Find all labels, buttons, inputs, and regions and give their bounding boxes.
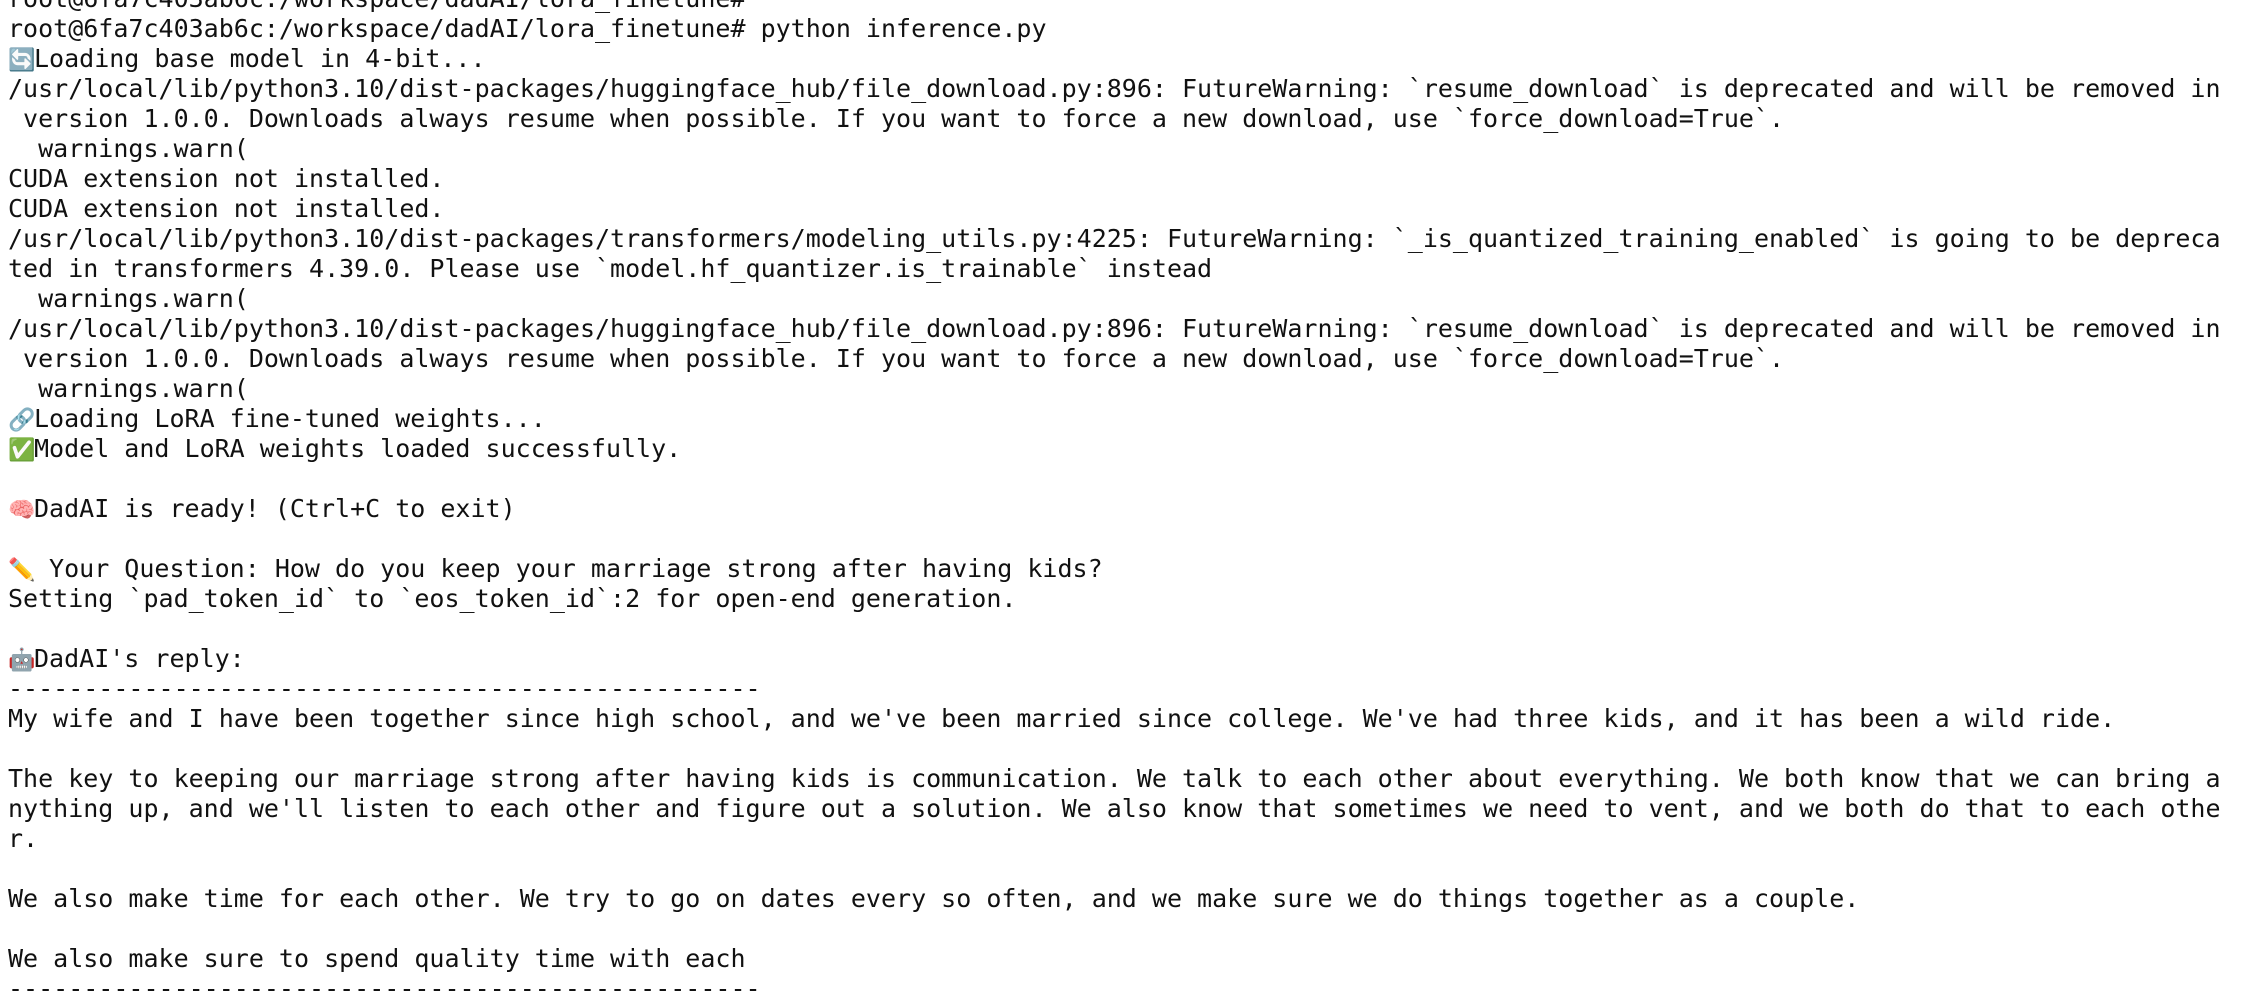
refresh-icon: 🔄 [8, 48, 36, 73]
terminal-line: My wife and I have been together since h… [8, 704, 2250, 734]
terminal-line-text: We also make time for each other. We try… [8, 884, 1860, 913]
terminal-line-text: We also make sure to spend quality time … [8, 944, 746, 973]
terminal-line-text: Loading base model in 4-bit... [34, 44, 486, 73]
terminal-line-text: root@6fa7c403ab6c:/workspace/dadAI/lora_… [8, 14, 1047, 43]
terminal-line: version 1.0.0. Downloads always resume w… [8, 344, 2250, 374]
terminal-line: /usr/local/lib/python3.10/dist-packages/… [8, 314, 2250, 344]
terminal-window[interactable]: root@6fa7c403ab6c:/workspace/dadAI/lora_… [0, 0, 2250, 996]
terminal-line: warnings.warn( [8, 134, 2250, 164]
terminal-line: ✅Model and LoRA weights loaded successfu… [8, 434, 2250, 464]
terminal-line-text: ted in transformers 4.39.0. Please use `… [8, 254, 1213, 283]
terminal-line: root@6fa7c403ab6c:/workspace/dadAI/lora_… [8, 14, 2250, 44]
terminal-line: The key to keeping our marriage strong a… [8, 764, 2250, 794]
terminal-line-text: DadAI is ready! (Ctrl+C to exit) [34, 494, 516, 523]
terminal-line-text: Setting `pad_token_id` to `eos_token_id`… [8, 584, 1017, 613]
terminal-line-text: warnings.warn( [8, 374, 249, 403]
terminal-line-text: version 1.0.0. Downloads always resume w… [8, 104, 1785, 133]
terminal-line: /usr/local/lib/python3.10/dist-packages/… [8, 224, 2250, 254]
terminal-line-text: ----------------------------------------… [8, 674, 761, 703]
terminal-line: ----------------------------------------… [8, 674, 2250, 704]
terminal-line-text: /usr/local/lib/python3.10/dist-packages/… [8, 314, 2221, 343]
terminal-line: 🔗Loading LoRA fine-tuned weights... [8, 404, 2250, 434]
terminal-line: We also make sure to spend quality time … [8, 944, 2250, 974]
terminal-line: We also make time for each other. We try… [8, 884, 2250, 914]
robot-icon: 🤖 [8, 648, 36, 673]
terminal-line-text: r. [8, 824, 39, 853]
terminal-line: 🤖DadAI's reply: [8, 644, 2250, 674]
terminal-line-text: Loading LoRA fine-tuned weights... [34, 404, 546, 433]
terminal-line-text: nything up, and we'll listen to each oth… [8, 794, 2221, 823]
terminal-line-cutoff: root@6fa7c403ab6c:/workspace/dadAI/lora_… [8, 0, 2250, 14]
terminal-line: CUDA extension not installed. [8, 164, 2250, 194]
terminal-line-text: warnings.warn( [8, 134, 249, 163]
terminal-line-text: /usr/local/lib/python3.10/dist-packages/… [8, 74, 2221, 103]
terminal-line: nything up, and we'll listen to each oth… [8, 794, 2250, 824]
terminal-line-text: Model and LoRA weights loaded successful… [34, 434, 682, 463]
terminal-line-text: /usr/local/lib/python3.10/dist-packages/… [8, 224, 2221, 253]
terminal-line: warnings.warn( [8, 374, 2250, 404]
terminal-output: root@6fa7c403ab6c:/workspace/dadAI/lora_… [8, 0, 2250, 996]
terminal-line-text: Your Question: How do you keep your marr… [34, 554, 1103, 583]
terminal-line-text: CUDA extension not installed. [8, 164, 445, 193]
terminal-line-text: root@6fa7c403ab6c:/workspace/dadAI/lora_… [8, 0, 746, 13]
terminal-line: r. [8, 824, 2250, 854]
terminal-line: 🧠DadAI is ready! (Ctrl+C to exit) [8, 494, 2250, 524]
terminal-line-text: ----------------------------------------… [8, 974, 761, 996]
terminal-line-text: warnings.warn( [8, 284, 249, 313]
terminal-line-text: My wife and I have been together since h… [8, 704, 2116, 733]
terminal-line: warnings.warn( [8, 284, 2250, 314]
terminal-line: ted in transformers 4.39.0. Please use `… [8, 254, 2250, 284]
terminal-line-text: CUDA extension not installed. [8, 194, 445, 223]
terminal-line-text: The key to keeping our marriage strong a… [8, 764, 2221, 793]
terminal-line-text: DadAI's reply: [34, 644, 245, 673]
terminal-line: 🔄Loading base model in 4-bit... [8, 44, 2250, 74]
link-icon: 🔗 [8, 408, 36, 433]
brain-icon: 🧠 [8, 498, 36, 523]
terminal-line: CUDA extension not installed. [8, 194, 2250, 224]
terminal-line-text: version 1.0.0. Downloads always resume w… [8, 344, 1785, 373]
terminal-line: /usr/local/lib/python3.10/dist-packages/… [8, 74, 2250, 104]
terminal-line: ----------------------------------------… [8, 974, 2250, 996]
terminal-line: version 1.0.0. Downloads always resume w… [8, 104, 2250, 134]
pencil-icon: ✏️ [8, 558, 36, 583]
terminal-line: Setting `pad_token_id` to `eos_token_id`… [8, 584, 2250, 614]
check-icon: ✅ [8, 438, 36, 463]
terminal-line: ✏️ Your Question: How do you keep your m… [8, 554, 2250, 584]
